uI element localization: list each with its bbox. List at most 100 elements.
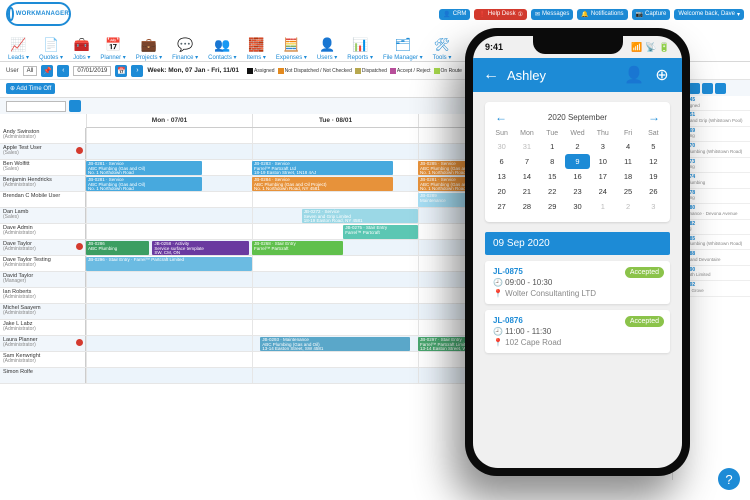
nav-items[interactable]: 🧱Items ▾ [247,37,266,61]
planner-cell[interactable] [252,288,418,303]
sidebar-filter-search[interactable] [715,83,726,94]
nav-reports[interactable]: 📊Reports ▾ [347,37,373,61]
planner-cell[interactable] [86,288,252,303]
user-row-label[interactable]: Benjamin Hendricks(Administrator) [0,176,86,191]
user-row-label[interactable]: Simon Rolfe [0,368,86,383]
planner-cell[interactable] [86,128,252,143]
calendar-day[interactable]: 9 [565,154,590,169]
nav-quotes[interactable]: 📄Quotes ▾ [39,37,63,61]
nav-expenses[interactable]: 🧮Expenses ▾ [276,37,307,61]
calendar-day[interactable]: 13 [489,169,514,184]
crm-button[interactable]: 👤 CRM [439,9,470,20]
user-row-label[interactable]: Dave Taylor(Administrator) [0,240,86,255]
sidebar-filter-3[interactable] [702,83,713,94]
welcome-user[interactable]: Welcome back, Dave ▾ [674,9,744,20]
planner-cell[interactable] [86,352,252,367]
calendar-day[interactable]: 2 [565,139,590,154]
prev-week-button[interactable]: ‹ [57,65,69,77]
nav-projects[interactable]: 💼Projects ▾ [136,37,162,61]
planner-cell[interactable] [252,256,418,271]
nav-leads[interactable]: 📈Leads ▾ [8,37,29,61]
job-block[interactable]: JB-0281 · ServiceABC Plumbing (Gas and O… [86,161,202,175]
user-row-label[interactable]: Dave Admin(Administrator) [0,224,86,239]
calendar-day[interactable]: 11 [615,154,640,169]
calendar-day[interactable]: 20 [489,184,514,199]
planner-cell[interactable] [86,224,252,239]
notifications-button[interactable]: 🔔 Notifications [577,9,627,20]
user-row-label[interactable]: Laura Planner(Administrator) [0,336,86,351]
user-row-label[interactable]: Michel Saayem(Administrator) [0,304,86,319]
calendar-day[interactable]: 6 [489,154,514,169]
planner-cell[interactable] [252,368,418,383]
sidebar-filter-2[interactable] [689,83,700,94]
job-block[interactable]: JB-0272 · ServiceSeven and Grip Limited1… [302,209,418,223]
user-row-label[interactable]: David Taylor(Manager) [0,272,86,287]
job-block[interactable]: JB-0296 · Stair Entry · Farrel™ Partcraf… [86,257,252,271]
planner-cell[interactable] [86,144,252,159]
appointment-card[interactable]: JL-0876🕘 11:00 - 11:30📍 102 Cape RoadAcc… [485,310,670,353]
help-bubble-button[interactable]: ? [718,468,740,490]
nav-contacts[interactable]: 👥Contacts ▾ [208,37,236,61]
calendar-day[interactable]: 23 [565,184,590,199]
mobile-add-icon[interactable]: ⊕ [652,65,672,85]
planner-cell[interactable] [252,320,418,335]
user-row-label[interactable]: Sam Kenwright(Administrator) [0,352,86,367]
calendar-day[interactable]: 1 [540,139,565,154]
calendar-day[interactable]: 30 [489,139,514,154]
calendar-day[interactable]: 19 [641,169,666,184]
nav-planner[interactable]: 📅Planner ▾ [100,37,125,61]
mobile-user-icon[interactable]: 👤 [624,65,644,85]
calendar-day[interactable]: 31 [514,139,539,154]
planner-cell[interactable] [252,352,418,367]
planner-cell[interactable] [252,128,418,143]
user-row-label[interactable]: Apple Test User(Sales) [0,144,86,159]
nav-finance[interactable]: 💬Finance ▾ [172,37,198,61]
job-block[interactable]: JB-0283 · ServiceFarrel™ Partcraft Ltd18… [252,161,393,175]
user-row-label[interactable]: Jake L Labz(Administrator) [0,320,86,335]
calendar-day[interactable]: 3 [590,139,615,154]
calendar-day[interactable]: 1 [590,199,615,214]
calendar-icon[interactable]: 📅 [115,65,127,77]
job-block[interactable]: JB-0293 · MaintenanceABC Plumbing (Gas a… [260,337,409,351]
nav-file-manager[interactable]: 🗂File Manager ▾ [383,37,423,61]
calendar-day[interactable]: 14 [514,169,539,184]
user-search-input[interactable] [6,101,66,112]
calendar-day[interactable]: 8 [540,154,565,169]
nav-jobs[interactable]: 🧰Jobs ▾ [73,37,90,61]
app-logo[interactable]: WORKMANAGER [6,2,71,26]
planner-cell[interactable] [86,208,252,223]
appointment-card[interactable]: JL-0875🕘 09:00 - 10:30📍 Wolter Consultan… [485,261,670,304]
calendar-day[interactable]: 18 [615,169,640,184]
calendar-day[interactable]: 27 [489,199,514,214]
user-filter-select[interactable]: All [23,66,38,76]
job-block[interactable]: JB-0281 · ServiceABC Plumbing (Gas and O… [86,177,202,191]
calendar-day[interactable]: 3 [641,199,666,214]
planner-cell[interactable] [86,368,252,383]
next-month-button[interactable]: → [648,110,660,124]
job-block[interactable]: JB-0268 · Stair EntryFarrel™ Partcraft [252,241,343,255]
calendar-day[interactable]: 26 [641,184,666,199]
capture-button[interactable]: 📷 Capture [632,9,671,20]
user-search-button[interactable] [69,100,81,112]
calendar-day[interactable]: 15 [540,169,565,184]
planner-cell[interactable] [86,304,252,319]
user-row-label[interactable]: Dave Taylor Testing(Administrator) [0,256,86,271]
calendar-day[interactable]: 28 [514,199,539,214]
calendar-day[interactable]: 2 [615,199,640,214]
helpdesk-button[interactable]: ❗ Help Desk ① [474,9,527,20]
user-row-label[interactable]: Ben Wolfitt(Sales) [0,160,86,175]
job-block[interactable]: JB-0258 · ActivityService surface templa… [152,241,248,255]
planner-cell[interactable] [86,272,252,287]
calendar-day[interactable]: 12 [641,154,666,169]
nav-users[interactable]: 👤Users ▾ [317,37,337,61]
job-block[interactable]: JB-0284 · ServiceABC Plumbing (Gas and O… [252,177,393,191]
planner-cell[interactable] [252,272,418,287]
calendar-day[interactable]: 24 [590,184,615,199]
job-block[interactable]: JB-0275 · Stair EntryFarrel™ Partcraft [343,225,418,239]
calendar-day[interactable]: 22 [540,184,565,199]
messages-button[interactable]: ✉ Messages [531,9,573,20]
prev-month-button[interactable]: ← [495,110,507,124]
user-row-label[interactable]: Andy Swinston(Administrator) [0,128,86,143]
calendar-day[interactable]: 4 [615,139,640,154]
planner-cell[interactable] [252,192,418,207]
